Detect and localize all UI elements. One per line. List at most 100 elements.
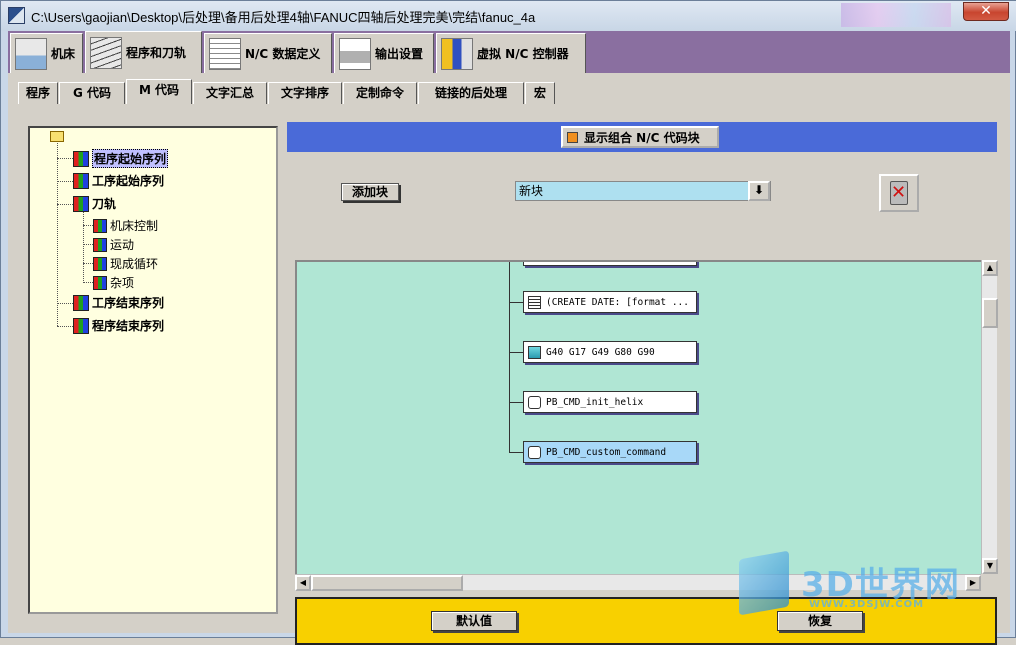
tab-output-settings[interactable]: 输出设置 — [334, 33, 434, 73]
tree-branch — [83, 263, 93, 264]
tree-item-motion[interactable]: 运动 — [93, 236, 134, 253]
program-path-icon — [90, 36, 122, 69]
tab-machine-label: 机床 — [51, 47, 76, 61]
nc-block-text: PB_CMD_init_helix — [546, 396, 644, 408]
tree-branch — [57, 158, 73, 159]
sequence-cube-icon — [73, 317, 89, 334]
tab-output-settings-label: 输出设置 — [375, 47, 424, 61]
subtab-m-code[interactable]: M 代码 — [126, 79, 192, 104]
sequence-cube-icon — [73, 294, 89, 311]
tree-item-label: 工序结束序列 — [92, 296, 165, 310]
nc-block[interactable]: (CREATE DATE: [format ... — [523, 291, 697, 313]
title-bar[interactable]: C:\Users\gaojian\Desktop\后处理\备用后处理4轴\FAN… — [1, 1, 1016, 31]
subtab-custom-command[interactable]: 定制命令 — [343, 82, 417, 104]
nc-block-text: (CREATE DATE: [format ... — [546, 296, 689, 308]
subtab-word-sequence[interactable]: 文字排序 — [268, 82, 342, 104]
scroll-right-arrow-icon[interactable]: ▶ — [965, 575, 981, 591]
window-title: C:\Users\gaojian\Desktop\后处理\备用后处理4轴\FAN… — [31, 10, 536, 25]
tree-item-label: 机床控制 — [110, 219, 159, 233]
sequence-cube-icon — [93, 218, 107, 233]
sub-tab-bar: 程序 G 代码 M 代码 文字汇总 文字排序 定制命令 链接的后处理 宏 — [8, 73, 1010, 105]
restore-button[interactable]: 恢复 — [777, 611, 863, 631]
sequence-tree[interactable]: 程序起始序列 工序起始序列 刀轨 机床控制 运动 现成循环 杂项 工序结束序列 … — [28, 126, 278, 614]
tree-item-program-start[interactable]: 程序起始序列 — [73, 149, 169, 168]
tree-item-operation-start[interactable]: 工序起始序列 — [73, 172, 164, 189]
tab-virtual-controller[interactable]: 虚拟 N/C 控制器 — [436, 33, 586, 73]
tree-item-machine-control[interactable]: 机床控制 — [93, 217, 158, 234]
dropdown-arrow-icon[interactable]: ⬇ — [748, 181, 770, 201]
tree-branch — [83, 244, 93, 245]
tree-line — [57, 143, 58, 326]
tree-item-program-end[interactable]: 程序结束序列 — [73, 317, 164, 334]
subtab-macro[interactable]: 宏 — [525, 82, 555, 104]
add-block-button[interactable]: 添加块 — [341, 183, 399, 201]
vertical-scrollbar[interactable]: ▲ ▼ — [981, 260, 998, 574]
connector-branch — [509, 352, 523, 353]
tree-item-operation-end[interactable]: 工序结束序列 — [73, 294, 164, 311]
tab-program-path-label: 程序和刀轨 — [126, 46, 187, 60]
block-type-select[interactable]: 新块 ⬇ — [515, 181, 771, 201]
subtab-program[interactable]: 程序 — [18, 82, 58, 104]
sequence-cube-icon — [93, 237, 107, 252]
vertical-scroll-thumb[interactable] — [982, 298, 998, 328]
hand-icon — [528, 445, 541, 459]
tree-item-label: 现成循环 — [110, 257, 159, 271]
nc-block[interactable]: G40 G17 G49 G80 G90 — [523, 341, 697, 363]
block-type-value: 新块 — [519, 184, 544, 198]
sequence-cube-icon — [93, 256, 107, 271]
subtab-linked-post[interactable]: 链接的后处理 — [418, 82, 524, 104]
tab-virtual-controller-label: 虚拟 N/C 控制器 — [477, 47, 569, 61]
hand-icon — [528, 395, 541, 409]
tree-branch — [57, 326, 73, 327]
tree-item-label: 运动 — [110, 238, 135, 252]
tree-item-label: 杂项 — [110, 276, 135, 290]
sequence-cube-icon — [73, 172, 89, 189]
subtab-g-code[interactable]: G 代码 — [59, 82, 125, 104]
connector-branch — [509, 402, 523, 403]
printer-icon — [339, 37, 371, 70]
default-button[interactable]: 默认值 — [431, 611, 517, 631]
connector-branch — [509, 302, 523, 303]
delete-block-button[interactable]: ✕ — [879, 174, 919, 212]
scroll-up-arrow-icon[interactable]: ▲ — [982, 260, 998, 276]
block-canvas[interactable]: (CREATE DATE: [format ... G40 G17 G49 G8… — [295, 260, 981, 574]
tree-branch — [57, 303, 73, 304]
tree-branch — [57, 181, 73, 182]
nc-block[interactable]: PB_CMD_init_helix — [523, 391, 697, 413]
tree-item-label: 工序起始序列 — [92, 174, 165, 188]
tree-item-label: 程序起始序列 — [92, 149, 169, 168]
tree-branch — [83, 282, 93, 283]
title-decoration — [841, 3, 951, 27]
client-area: 机床 程序和刀轨 N/C 数据定义 输出设置 虚拟 N/C 控制器 程序 G 代… — [8, 31, 1010, 645]
tree-line — [83, 212, 84, 283]
sequence-editor-pane: 显示组合 N/C 代码块 添加块 新块 ⬇ ✕ (CREATE DATE: [f… — [287, 122, 998, 645]
horizontal-scrollbar[interactable]: ◀ ▶ — [295, 574, 981, 591]
app-icon — [8, 7, 25, 24]
scroll-down-arrow-icon[interactable]: ▼ — [982, 558, 998, 574]
tab-nc-data-label: N/C 数据定义 — [245, 47, 321, 61]
connector-branch — [509, 452, 523, 453]
tab-nc-data[interactable]: N/C 数据定义 — [204, 33, 332, 73]
tree-item-toolpath[interactable]: 刀轨 — [73, 195, 116, 212]
sequence-cube-icon — [93, 275, 107, 290]
tree-item-misc[interactable]: 杂项 — [93, 274, 134, 291]
tab-machine[interactable]: 机床 — [10, 33, 83, 73]
tree-item-label: 程序结束序列 — [92, 319, 165, 333]
document-icon — [528, 295, 541, 309]
scroll-left-arrow-icon[interactable]: ◀ — [295, 575, 311, 591]
nc-block-text: G40 G17 G49 G80 G90 — [546, 346, 655, 358]
tab-program-path[interactable]: 程序和刀轨 — [85, 31, 202, 73]
nc-block-selected[interactable]: PB_CMD_custom_command — [523, 441, 697, 463]
virtual-controller-icon — [441, 37, 473, 70]
partial-block[interactable] — [523, 262, 697, 266]
show-combined-nc-block-toggle[interactable]: 显示组合 N/C 代码块 — [561, 126, 719, 148]
nc-block-text: PB_CMD_custom_command — [546, 446, 667, 458]
app-window: C:\Users\gaojian\Desktop\后处理\备用后处理4轴\FAN… — [0, 0, 1016, 645]
tree-item-canned-cycle[interactable]: 现成循环 — [93, 255, 158, 272]
close-button[interactable]: ✕ — [963, 2, 1009, 21]
sequence-cube-icon — [73, 195, 89, 212]
machine-icon — [15, 37, 47, 70]
tree-branch — [57, 204, 73, 205]
subtab-word-summary[interactable]: 文字汇总 — [193, 82, 267, 104]
horizontal-scroll-thumb[interactable] — [311, 575, 463, 591]
